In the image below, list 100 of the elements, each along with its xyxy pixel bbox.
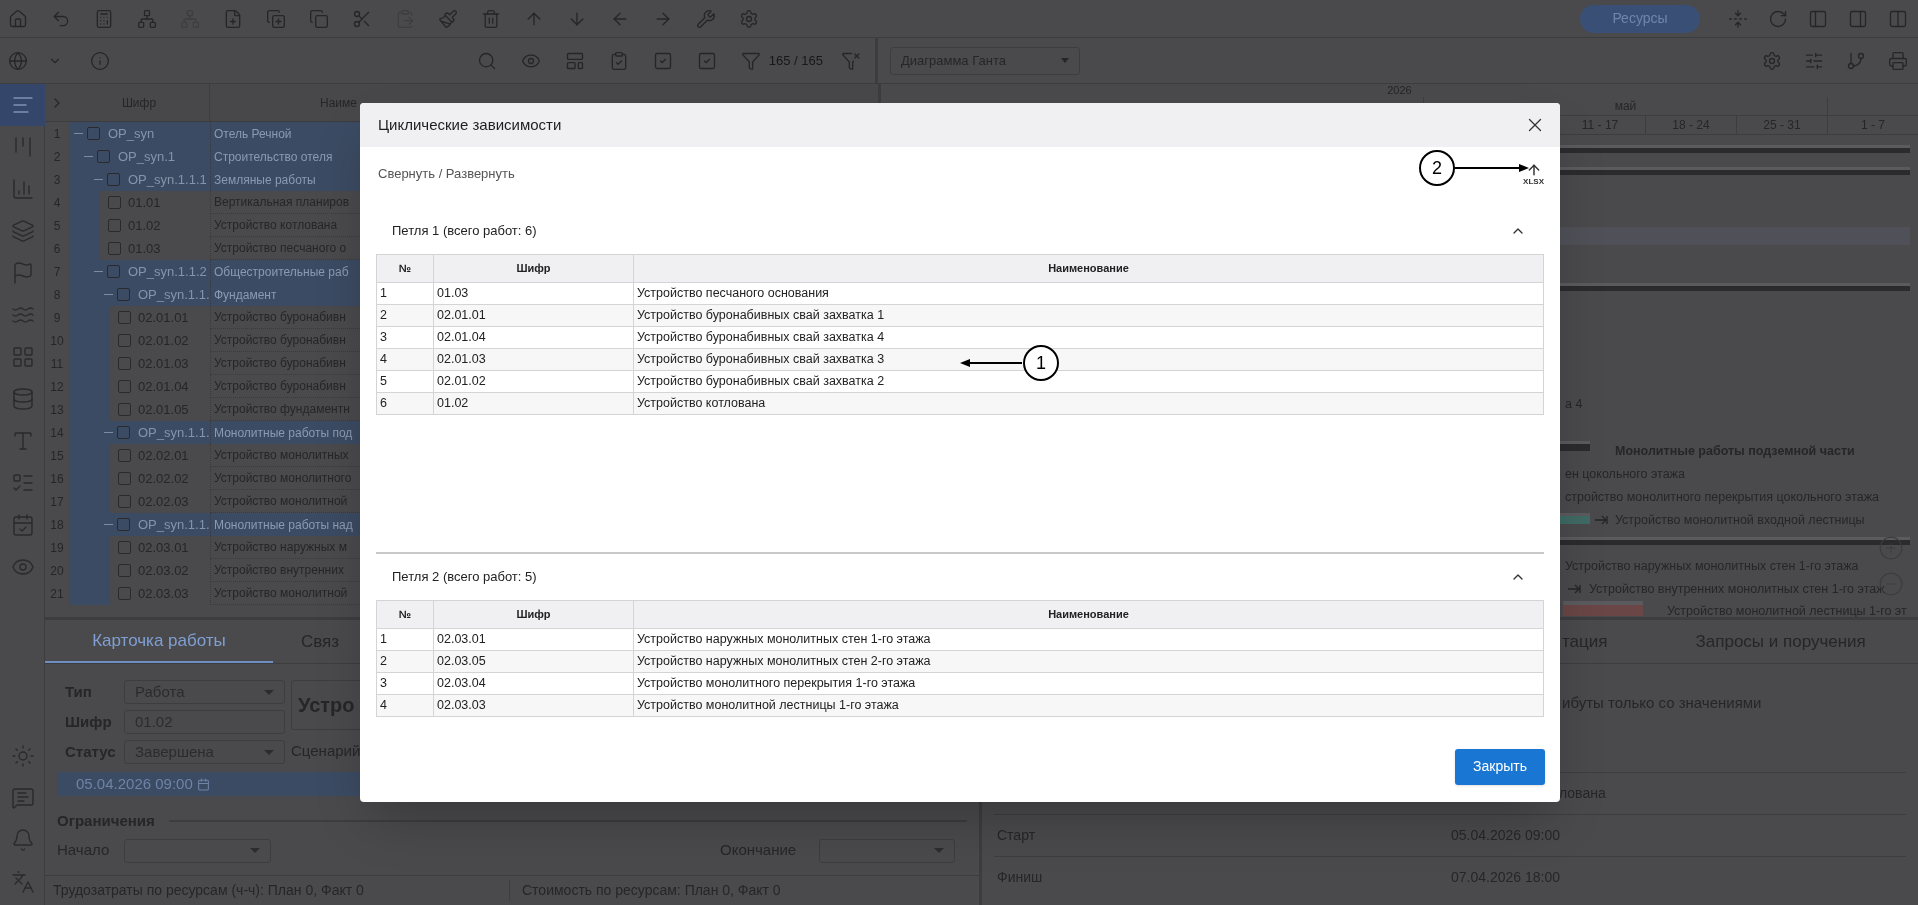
sliders-icon[interactable] — [1804, 50, 1824, 71]
table-cell: 1 — [376, 282, 434, 305]
settings-icon[interactable] — [1762, 50, 1782, 71]
table-cell: Устройство монолитного перекрытия 1-го этажа — [633, 672, 1544, 695]
checkbox[interactable] — [108, 242, 121, 255]
checkbox[interactable] — [118, 380, 131, 393]
checkbox[interactable] — [118, 311, 131, 324]
checkbox[interactable] — [118, 472, 131, 485]
clear-filter-icon[interactable] — [841, 50, 861, 71]
column-header: Шифр — [433, 600, 634, 629]
column-header: Наименование — [633, 600, 1544, 629]
column-header: № — [376, 254, 434, 283]
checkbox-icon[interactable] — [696, 50, 717, 71]
checkbox[interactable] — [117, 288, 130, 301]
columns-icon[interactable] — [1888, 8, 1908, 29]
info-icon[interactable] — [90, 50, 110, 71]
checkbox[interactable] — [107, 265, 120, 278]
checkbox[interactable] — [118, 541, 131, 554]
table-cell: 1 — [376, 628, 434, 651]
name-cell-text: Строительство отеля — [214, 148, 333, 166]
zoom-in-icon[interactable] — [1878, 535, 1904, 561]
calendar-icon — [196, 777, 210, 791]
home-icon[interactable] — [8, 8, 28, 29]
search-icon[interactable] — [476, 50, 497, 71]
checkbox[interactable] — [118, 495, 131, 508]
checkbox[interactable] — [118, 564, 131, 577]
export-button[interactable]: XLSX — [1523, 161, 1544, 186]
dialog-title: Циклические зависимости — [378, 114, 562, 135]
add-icon[interactable] — [266, 8, 286, 29]
hierarchy-icon[interactable] — [137, 8, 157, 29]
wrench-icon[interactable] — [696, 8, 716, 29]
sidebar-icon — [10, 345, 35, 369]
sidebar-icon — [10, 177, 35, 201]
select-field[interactable] — [819, 838, 955, 863]
table-cell: 5 — [376, 370, 434, 393]
printer-icon[interactable] — [1888, 50, 1908, 71]
column-header: Шифр — [433, 254, 634, 283]
tab[interactable]: Карточка работы — [45, 620, 273, 663]
table-cell: Устройство буронабивных свай захватка 4 — [633, 326, 1544, 349]
caret-icon — [934, 848, 944, 853]
name-cell-text: Фундамент — [214, 286, 277, 304]
sidebar-icon — [10, 744, 35, 768]
code-cell-text: OP_syn.1.1. — [138, 423, 210, 442]
checkbox[interactable] — [108, 196, 121, 209]
name-cell-text: Монолитные работы под — [214, 424, 353, 442]
checkbox[interactable] — [118, 449, 131, 462]
sidebar-icon — [10, 786, 35, 810]
table-cell: 4 — [376, 694, 434, 717]
caret-icon — [264, 749, 274, 755]
branch-icon[interactable] — [1846, 50, 1866, 71]
table-cell: 4 — [376, 348, 434, 371]
settings-icon[interactable] — [739, 8, 759, 29]
checkbox[interactable] — [118, 334, 131, 347]
code-cell-text: OP_syn.1.1.2 — [128, 262, 207, 281]
checkbox[interactable] — [87, 127, 100, 140]
code-cell-text: OP_syn.1.1. — [138, 515, 210, 534]
collapse-expand-link[interactable]: Свернуть / Развернуть — [378, 163, 515, 184]
globe-icon[interactable] — [8, 50, 28, 71]
close-button[interactable]: Закрыть — [1455, 748, 1545, 785]
name-cell-text: Общестроительные раб — [214, 263, 349, 281]
select-field[interactable] — [124, 838, 271, 863]
checkbox[interactable] — [118, 587, 131, 600]
refresh-icon[interactable] — [1768, 8, 1788, 29]
checkbox[interactable] — [97, 150, 110, 163]
table-cell: Устройство песчаного основания — [633, 282, 1544, 305]
checkbox[interactable] — [118, 357, 131, 370]
table-cell: 01.03 — [433, 282, 634, 305]
checkbox[interactable] — [108, 219, 121, 232]
panel-icon[interactable] — [1808, 8, 1828, 29]
brush-icon[interactable] — [438, 8, 458, 29]
add-icon[interactable] — [223, 8, 243, 29]
table-cell: 02.03.03 — [433, 694, 634, 717]
delete-icon[interactable] — [481, 8, 501, 29]
loop-title: Петля 1 (всего работ: 6) — [392, 222, 537, 241]
table-cell: Устройство буронабивных свай захватка 1 — [633, 304, 1544, 327]
panel-icon[interactable] — [1848, 8, 1868, 29]
table-cell: 02.01.03 — [433, 348, 634, 371]
copy-icon[interactable] — [309, 8, 329, 29]
table-cell: Устройство наружных монолитных стен 2-го этажа — [633, 650, 1544, 673]
sidebar-button[interactable] — [0, 84, 45, 126]
table-cell: Устройство монолитной лестницы 1-го этажа — [633, 694, 1544, 717]
checkbox[interactable] — [117, 518, 130, 531]
column-header: Наименование — [633, 254, 1544, 283]
checkbox[interactable] — [107, 173, 120, 186]
layout-icon[interactable] — [564, 50, 585, 71]
code-cell-text: OP_syn.1 — [118, 147, 176, 166]
name-cell-text: Земляные работы — [214, 171, 316, 189]
resources-button[interactable]: Ресурсы — [1580, 4, 1700, 33]
checkbox[interactable] — [118, 403, 131, 416]
name-cell-text: Монолитные работы над — [214, 516, 353, 534]
filter-icon[interactable] — [740, 50, 761, 71]
cut-icon[interactable] — [352, 8, 372, 29]
checkbox-icon[interactable] — [652, 50, 673, 71]
finish-arrow-icon — [1595, 515, 1608, 525]
fold-icon[interactable] — [1728, 8, 1748, 29]
table-cell: 02.01.04 — [433, 326, 634, 349]
calculator-icon[interactable] — [94, 8, 114, 29]
callout-arrow — [960, 358, 1022, 368]
sidebar-icon — [10, 513, 35, 537]
checkbox[interactable] — [117, 426, 130, 439]
